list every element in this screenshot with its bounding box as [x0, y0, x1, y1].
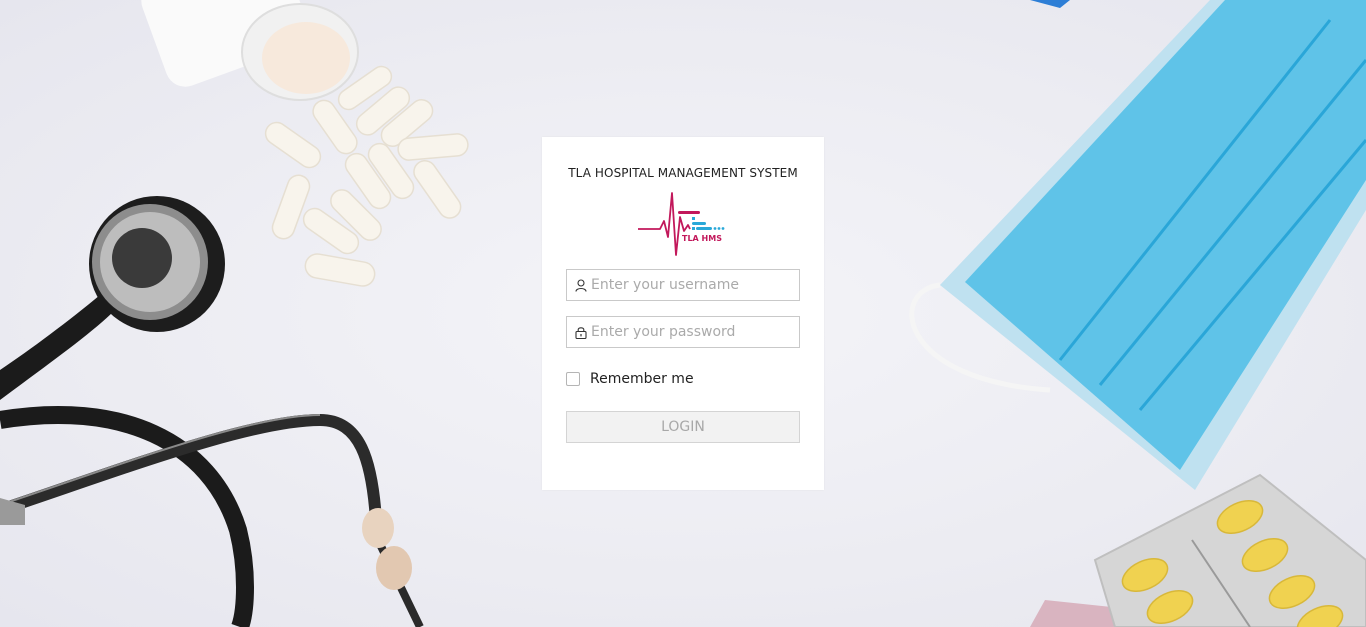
tla-hms-logo: TLA HMS	[638, 192, 725, 256]
login-button[interactable]: LOGIN	[566, 411, 800, 443]
remember-me-checkbox[interactable]	[566, 372, 580, 386]
face-mask-graphic	[909, 0, 1366, 490]
pill-bottle-graphic	[141, 0, 359, 101]
username-field[interactable]	[566, 269, 800, 301]
login-card: TLA HOSPITAL MANAGEMENT SYSTEM TLA HMS R…	[542, 137, 824, 490]
user-icon	[575, 279, 587, 292]
remember-me-row: Remember me	[566, 370, 800, 388]
lock-icon	[575, 327, 587, 339]
pill-blister-graphic	[1030, 473, 1366, 627]
logo-text: TLA HMS	[682, 234, 722, 243]
username-input[interactable]	[591, 270, 791, 300]
app-title: TLA HOSPITAL MANAGEMENT SYSTEM	[568, 166, 798, 180]
password-field[interactable]	[566, 316, 800, 348]
remember-me-label[interactable]: Remember me	[590, 371, 694, 387]
password-input[interactable]	[591, 317, 791, 347]
